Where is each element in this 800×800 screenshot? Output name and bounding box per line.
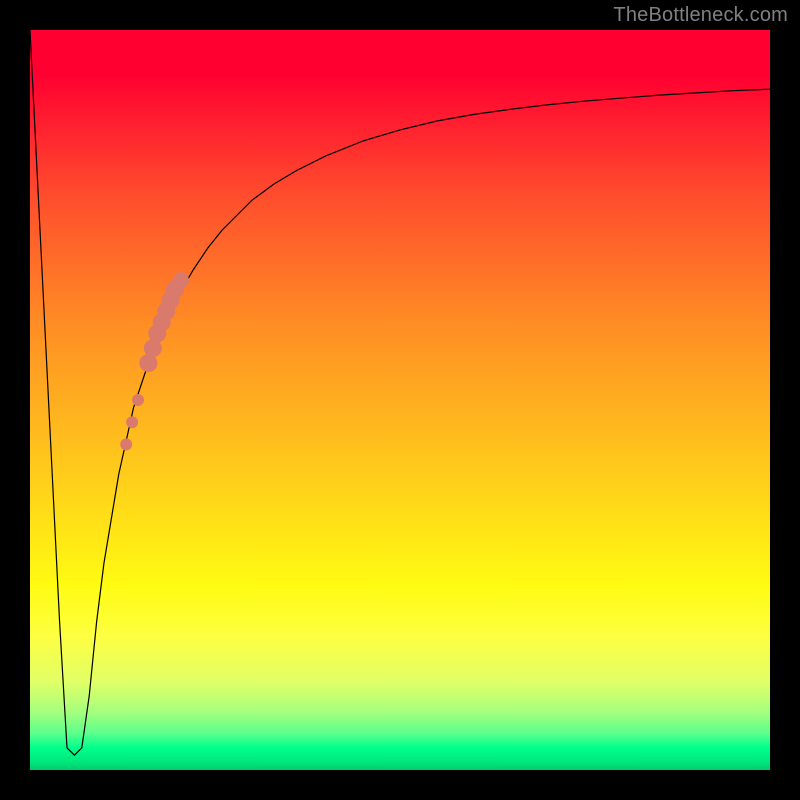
plot-svg bbox=[30, 30, 770, 770]
highlight-dot bbox=[126, 416, 138, 428]
bottleneck-curve bbox=[30, 30, 770, 755]
highlight-dot bbox=[173, 272, 189, 288]
watermark-text: TheBottleneck.com bbox=[613, 4, 788, 27]
chart-frame: TheBottleneck.com bbox=[0, 0, 800, 800]
highlight-dot bbox=[120, 438, 132, 450]
plot-area bbox=[30, 30, 770, 770]
highlight-dot bbox=[132, 394, 144, 406]
